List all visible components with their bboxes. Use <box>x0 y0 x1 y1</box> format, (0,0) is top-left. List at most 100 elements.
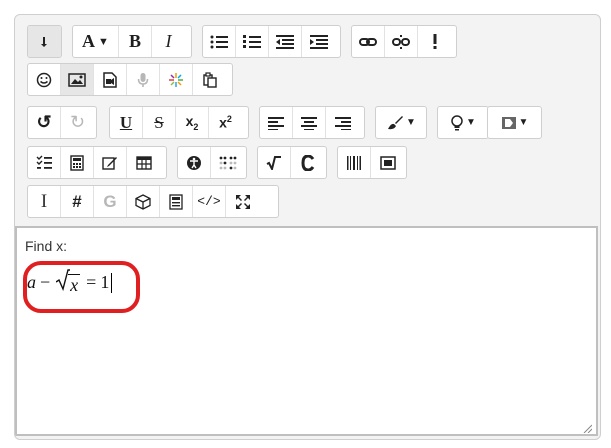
math-formula[interactable]: a − x = 1 <box>27 269 113 296</box>
hash-icon: # <box>72 191 82 211</box>
image-frame-button[interactable] <box>371 147 404 178</box>
editor-content-area[interactable]: Find x: a − x = 1 <box>15 226 598 436</box>
media-file-icon <box>103 71 117 88</box>
bullet-list-icon <box>210 35 228 49</box>
font-color-button[interactable]: ▼ <box>376 107 426 138</box>
dropdown-caret-icon: ▼ <box>98 35 109 48</box>
italic-button[interactable]: I <box>152 26 185 57</box>
bullet-list-button[interactable] <box>203 26 236 57</box>
question-label: Find x: <box>25 238 68 254</box>
toolbar-group-misc <box>337 146 407 179</box>
toolbar-group-text-style: U S x2 x2 <box>109 106 249 139</box>
dropdown-caret-icon: ▼ <box>518 117 529 128</box>
formula-minus: − <box>40 272 51 292</box>
undo-button[interactable]: ↺ <box>28 107 61 138</box>
subscript-button[interactable]: x2 <box>176 107 209 138</box>
accessibility-button[interactable] <box>178 147 211 178</box>
toolbar-toggle-button[interactable] <box>28 26 61 57</box>
text-cursor-button[interactable]: I <box>28 186 61 217</box>
toolbar-group-accessibility <box>177 146 247 179</box>
equation-editor-button[interactable] <box>258 147 291 178</box>
edit-button[interactable] <box>94 147 127 178</box>
unlink-button[interactable] <box>385 26 418 57</box>
table-button[interactable] <box>127 147 160 178</box>
toolbar-group-history: ↺ ↻ <box>27 106 97 139</box>
dropdown-caret-icon: ▼ <box>406 117 416 128</box>
strikethrough-button[interactable]: S <box>143 107 176 138</box>
bold-label: B <box>128 31 141 51</box>
braille-icon <box>219 156 237 170</box>
paint-brush-icon <box>386 115 404 131</box>
formula-variable-x: x <box>68 274 81 295</box>
checklist-icon <box>36 155 52 171</box>
barcode-icon <box>346 155 362 171</box>
fullscreen-button[interactable] <box>226 186 259 217</box>
subscript-suffix: 2 <box>193 121 199 132</box>
package-button[interactable] <box>127 186 160 217</box>
chemistry-editor-button[interactable] <box>291 147 324 178</box>
formula-one: 1 <box>100 272 110 292</box>
arrow-down-icon <box>38 35 52 49</box>
embed-button[interactable]: ▼ <box>488 107 541 138</box>
toolbar-group-links <box>351 25 457 58</box>
dropdown-caret-icon: ▼ <box>466 117 476 128</box>
g-button[interactable]: G <box>94 186 127 217</box>
manage-files-button[interactable] <box>160 64 193 95</box>
template-button[interactable] <box>160 186 193 217</box>
outdent-button[interactable] <box>269 26 302 57</box>
align-left-icon <box>268 116 284 130</box>
editor-toolbar: A ▼ B I ↺ ↻ U S x2 x2 ▼ ▼ ▼ I # G </> <box>15 15 600 225</box>
barcode-button[interactable] <box>338 147 371 178</box>
toolbar-group-brush: ▼ <box>375 106 427 139</box>
calculator-icon <box>70 154 84 171</box>
align-left-button[interactable] <box>260 107 293 138</box>
numbered-list-icon <box>243 34 261 49</box>
emoji-icon <box>36 72 52 88</box>
indent-button[interactable] <box>302 26 335 57</box>
underline-button[interactable]: U <box>110 107 143 138</box>
numbered-list-button[interactable] <box>236 26 269 57</box>
toolbar-group-lists <box>202 25 341 58</box>
bold-button[interactable]: B <box>119 26 152 57</box>
text-caret <box>111 272 113 293</box>
align-right-button[interactable] <box>326 107 359 138</box>
special-characters-button[interactable]: # <box>61 186 94 217</box>
image-icon <box>68 72 86 87</box>
g-icon: G <box>103 191 117 211</box>
outdent-icon <box>276 34 294 49</box>
c-shape-icon <box>300 154 315 171</box>
resize-handle-icon[interactable] <box>582 420 593 434</box>
italic-label: I <box>165 31 172 51</box>
text-cursor-icon: I <box>40 190 48 212</box>
checklist-button[interactable] <box>28 147 61 178</box>
toolbar-group-extra: I # G </> <box>27 185 279 218</box>
redo-button[interactable]: ↻ <box>61 107 94 138</box>
record-audio-button[interactable] <box>127 64 160 95</box>
accessibility-checker-button[interactable] <box>418 26 451 57</box>
code-icon: </> <box>197 194 221 209</box>
html-source-button[interactable]: </> <box>193 186 226 217</box>
paste-button[interactable] <box>193 64 226 95</box>
highlight-button[interactable]: ▼ <box>438 107 488 138</box>
accessibility-icon <box>186 155 202 171</box>
link-icon <box>359 35 377 49</box>
calculator-button[interactable] <box>61 147 94 178</box>
align-center-button[interactable] <box>293 107 326 138</box>
superscript-base: x <box>219 114 227 131</box>
insert-image-button[interactable] <box>61 64 94 95</box>
image-frame-icon <box>379 155 396 170</box>
braille-button[interactable] <box>211 147 244 178</box>
strikethrough-label: S <box>154 112 164 132</box>
toolbar-group-math <box>257 146 327 179</box>
formula-variable-a: a <box>27 272 36 292</box>
superscript-button[interactable]: x2 <box>209 107 242 138</box>
text-heading-button[interactable]: A ▼ <box>73 26 119 57</box>
formula-equals: = <box>86 272 97 292</box>
link-button[interactable] <box>352 26 385 57</box>
lightbulb-icon <box>450 114 464 131</box>
expand-icon <box>235 194 251 210</box>
superscript-label: x2 <box>219 114 232 131</box>
insert-media-button[interactable] <box>94 64 127 95</box>
edit-icon <box>102 155 118 171</box>
emoji-button[interactable] <box>28 64 61 95</box>
